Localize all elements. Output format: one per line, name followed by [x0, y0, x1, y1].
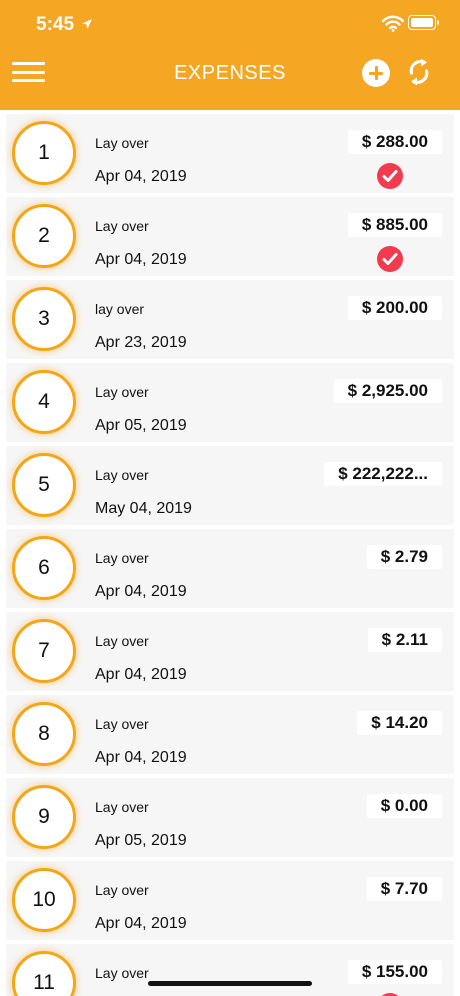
expense-date: Apr 05, 2019 [95, 417, 187, 434]
expense-row[interactable]: 8 Lay over Apr 04, 2019 $ 14.20 [6, 695, 454, 774]
home-indicator [148, 981, 312, 986]
expense-amount: $ 222,222... [324, 462, 442, 486]
expense-amount: $ 155.00 [347, 960, 442, 984]
expense-date: Apr 23, 2019 [95, 334, 187, 351]
expense-row[interactable]: 10 Lay over Apr 04, 2019 $ 7.70 [6, 861, 454, 940]
expense-index-badge: 5 [12, 453, 76, 517]
expense-date: Apr 05, 2019 [95, 832, 187, 849]
app-header: 5:45 EXPENSES [0, 0, 460, 110]
expense-amount: $ 2,925.00 [333, 379, 442, 403]
expense-description: Lay over [95, 135, 149, 151]
expense-row[interactable]: 11 Lay over $ 155.00 [6, 944, 454, 996]
expense-index-badge: 10 [12, 868, 76, 932]
expense-description: Lay over [95, 882, 149, 898]
expense-date: Apr 04, 2019 [95, 749, 187, 766]
expense-date: Apr 04, 2019 [95, 666, 187, 683]
expense-index-badge: 8 [12, 702, 76, 766]
expense-amount: $ 2.79 [366, 545, 442, 569]
expense-row[interactable]: 5 Lay over May 04, 2019 $ 222,222... [6, 446, 454, 525]
expense-row[interactable]: 4 Lay over Apr 05, 2019 $ 2,925.00 [6, 363, 454, 442]
sync-icon[interactable] [404, 57, 434, 87]
expense-description: Lay over [95, 716, 149, 732]
page-title: EXPENSES [174, 62, 286, 84]
expense-index-badge: 2 [12, 204, 76, 268]
add-expense-icon[interactable] [362, 59, 390, 87]
expense-date: Apr 04, 2019 [95, 251, 187, 268]
wifi-icon [382, 15, 404, 32]
location-arrow-icon [82, 19, 92, 29]
expense-index-badge: 4 [12, 370, 76, 434]
expense-index-badge: 3 [12, 287, 76, 351]
checkmark-icon [377, 246, 403, 272]
expense-amount: $ 288.00 [347, 130, 442, 154]
checkmark-icon [377, 163, 403, 189]
expense-row[interactable]: 3 lay over Apr 23, 2019 $ 200.00 [6, 280, 454, 359]
expense-row[interactable]: 2 Lay over Apr 04, 2019 $ 885.00 [6, 197, 454, 276]
expense-description: lay over [95, 301, 145, 317]
expense-amount: $ 200.00 [347, 296, 442, 320]
expense-amount: $ 14.20 [357, 711, 442, 735]
expense-description: Lay over [95, 384, 149, 400]
expense-description: Lay over [95, 799, 149, 815]
expense-index-badge: 1 [12, 121, 76, 185]
expense-row[interactable]: 1 Lay over Apr 04, 2019 $ 288.00 [6, 114, 454, 193]
expense-date: May 04, 2019 [95, 500, 192, 517]
expense-row[interactable]: 7 Lay over Apr 04, 2019 $ 2.11 [6, 612, 454, 691]
expense-description: Lay over [95, 550, 149, 566]
expense-amount: $ 885.00 [347, 213, 442, 237]
expense-index-badge: 11 [12, 951, 76, 996]
expense-description: Lay over [95, 633, 149, 649]
expense-amount: $ 7.70 [366, 877, 442, 901]
expense-description: Lay over [95, 218, 149, 234]
expense-amount: $ 2.11 [367, 628, 442, 652]
expense-row[interactable]: 6 Lay over Apr 04, 2019 $ 2.79 [6, 529, 454, 608]
expense-date: Apr 04, 2019 [95, 168, 187, 185]
expense-date: Apr 04, 2019 [95, 583, 187, 600]
expense-amount: $ 0.00 [366, 794, 442, 818]
expense-row[interactable]: 9 Lay over Apr 05, 2019 $ 0.00 [6, 778, 454, 857]
battery-icon [408, 15, 439, 30]
status-bar: 5:45 [0, 0, 460, 50]
expense-index-badge: 6 [12, 536, 76, 600]
expense-description: Lay over [95, 965, 149, 981]
expense-index-badge: 9 [12, 785, 76, 849]
expense-date: Apr 04, 2019 [95, 915, 187, 932]
expense-description: Lay over [95, 467, 149, 483]
expense-index-badge: 7 [12, 619, 76, 683]
status-time: 5:45 [36, 14, 75, 35]
